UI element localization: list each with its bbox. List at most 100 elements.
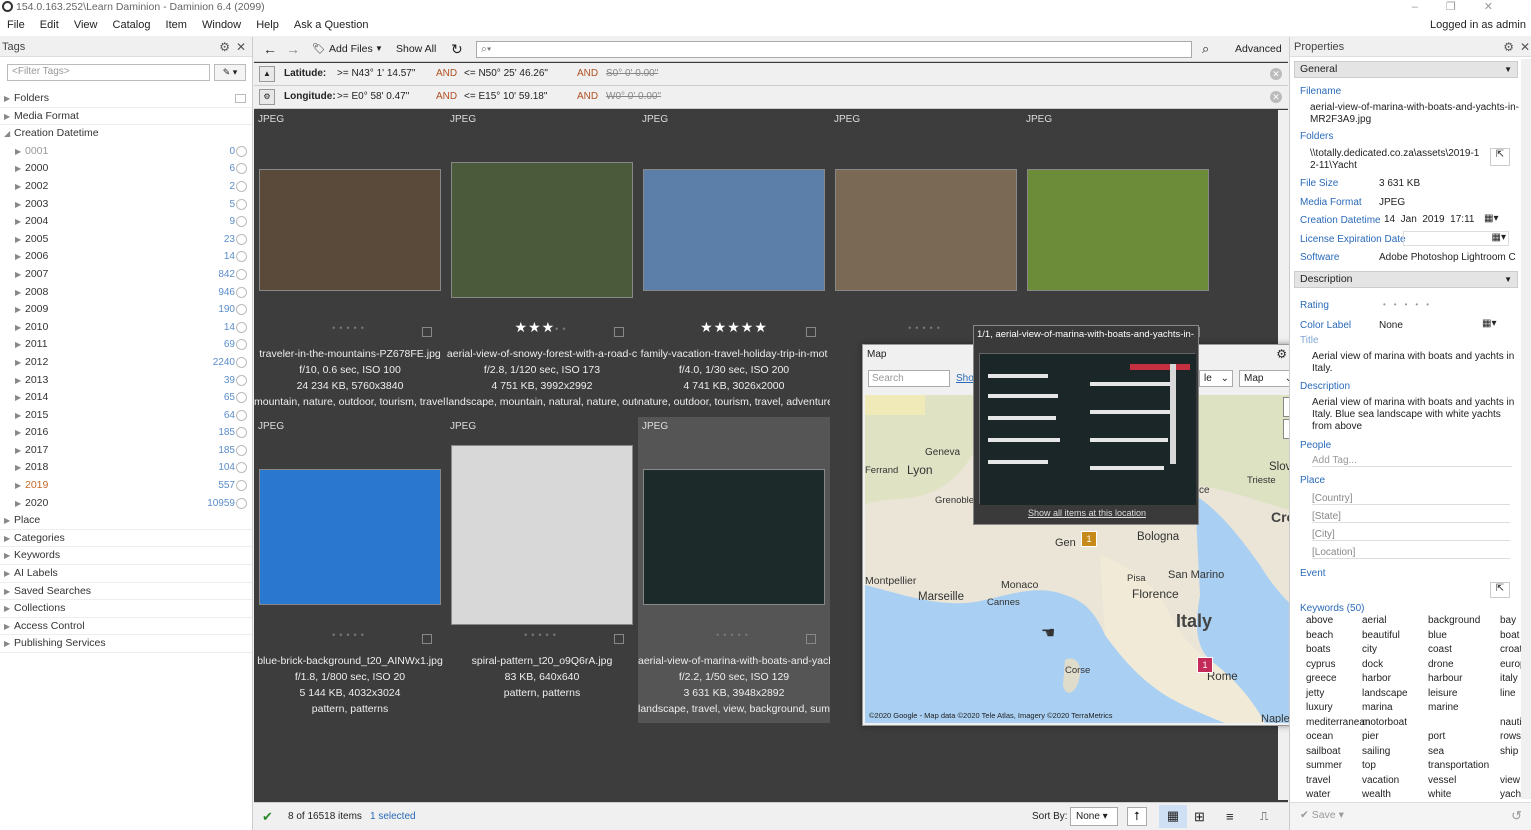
keyword-tag[interactable]: view [1500,775,1520,786]
expand-arrow-icon[interactable]: ▶ [4,635,10,653]
tree-item-ai-labels[interactable]: ▶ AI Labels [0,565,252,583]
tree-item-collections[interactable]: ▶ Collections [0,600,252,618]
keyword-tag[interactable]: wealth [1362,789,1391,800]
expand-arrow-icon[interactable]: ▶ [4,530,10,548]
checkbox[interactable] [236,286,247,298]
tree-item-year[interactable]: ▶ 2010 14 [0,319,252,337]
sort-direction-icon[interactable]: ⭡ [1127,807,1147,826]
keyword-tag[interactable]: ship [1500,746,1518,757]
table-view-icon[interactable]: ⊞ [1194,803,1205,830]
search-input[interactable]: ⌕▾ [476,41,1192,58]
creation-datetime-value[interactable]: 14 Jan 2019 17:11 [1384,214,1474,225]
checkbox[interactable] [236,409,247,421]
country-field[interactable]: [Country] [1312,493,1510,505]
tree-item-year[interactable]: ▶ 2004 9 [0,213,252,231]
thumbnail-image[interactable] [643,169,825,291]
thumbnail-image[interactable] [643,469,825,605]
keyword-tag[interactable]: dock [1362,659,1383,670]
tree-item-year[interactable]: ▶ 0001 0 [0,143,252,161]
expand-arrow-icon[interactable]: ▶ [15,495,21,513]
keyword-tag[interactable]: cyprus [1306,659,1335,670]
keyword-tag[interactable]: background [1428,615,1480,626]
keyword-tag[interactable]: vessel [1428,775,1456,786]
checkbox[interactable] [236,145,247,157]
collapse-arrow-icon[interactable]: ◢ [4,125,10,143]
expand-arrow-icon[interactable]: ▶ [15,336,21,354]
thumbnail-image[interactable] [451,445,633,625]
general-section-header[interactable]: General ▼ [1294,61,1518,78]
sort-by-select[interactable]: None ▾ [1070,807,1118,826]
keyword-tag[interactable]: marina [1362,702,1393,713]
expand-arrow-icon[interactable]: ▶ [4,618,10,636]
keyword-tag[interactable]: beach [1306,630,1333,641]
tree-item-year[interactable]: ▶ 2016 185 [0,424,252,442]
checkbox[interactable] [236,251,247,263]
expand-arrow-icon[interactable]: ▶ [15,248,21,266]
select-checkbox[interactable] [806,327,816,337]
location-field[interactable]: [Location] [1312,547,1510,559]
expand-arrow-icon[interactable]: ▶ [15,459,21,477]
menu-help[interactable]: Help [256,19,279,31]
checkbox[interactable] [236,198,247,210]
keyword-tag[interactable]: sea [1428,746,1444,757]
tree-item-year[interactable]: ▶ 2005 23 [0,231,252,249]
popup-thumbnail[interactable] [979,353,1196,505]
keyword-tag[interactable]: sailing [1362,746,1390,757]
map-layer-select[interactable]: le ⌄ [1199,370,1233,387]
folder-value[interactable]: \\totally.dedicated.co.za\assets\2019-12… [1310,148,1480,172]
longitude-min[interactable]: >= E0° 58' 0.47" [337,86,409,108]
properties-scrollbar[interactable] [1521,59,1531,799]
latitude-extra[interactable]: S0° 0' 0.00" [606,63,658,85]
menu-ask-question[interactable]: Ask a Question [294,19,369,31]
save-button[interactable]: ✔ Save ▾ [1300,809,1344,821]
tree-item-saved-searches[interactable]: ▶ Saved Searches [0,583,252,601]
keyword-tag[interactable]: motorboat [1362,717,1407,728]
expand-arrow-icon[interactable]: ▶ [15,213,21,231]
tree-item-year[interactable]: ▶ 2013 39 [0,372,252,390]
keyword-tag[interactable]: pier [1362,731,1379,742]
thumbnail-item[interactable]: JPEG ••••• traveler-in-the-mountains-PZ678… [254,110,446,416]
grid-view-icon[interactable]: ▦ [1159,805,1187,828]
menu-file[interactable]: File [7,19,25,31]
keyword-tag[interactable]: above [1306,615,1333,626]
map-marker[interactable]: 1 [1081,531,1097,547]
show-all-button[interactable]: Show All [396,37,436,61]
keyword-tag[interactable]: coast [1428,644,1452,655]
thumbnail-item[interactable]: JPEG ★★★★★ family-vacation-travel-holiday-… [638,110,830,416]
latitude-max[interactable]: <= N50° 25' 46.26" [464,63,548,85]
checkbox[interactable] [236,233,247,245]
checkbox[interactable] [236,374,247,386]
tree-item-year[interactable]: ▶ 2017 185 [0,442,252,460]
keyword-tag[interactable]: aerial [1362,615,1386,626]
expand-arrow-icon[interactable]: ▶ [15,372,21,390]
tree-item-year[interactable]: ▶ 2009 190 [0,301,252,319]
forward-arrow-icon[interactable]: → [286,37,300,61]
tree-item-access-control[interactable]: ▶ Access Control [0,618,252,636]
tree-item-year[interactable]: ▶ 2020 10959 [0,495,252,513]
expand-arrow-icon[interactable]: ▶ [15,442,21,460]
description-section-header[interactable]: Description ▼ [1294,271,1518,288]
expand-arrow-icon[interactable]: ▶ [4,90,10,108]
filter-tags-input[interactable]: <Filter Tags> [7,64,210,81]
settings-icon[interactable]: ⚙ [259,89,275,105]
color-picker-icon[interactable]: ▦▾ [1482,318,1508,331]
expand-arrow-icon[interactable]: ▶ [4,565,10,583]
chevron-down-icon[interactable]: ▼ [375,37,383,61]
tree-item-place[interactable]: ▶ Place [0,512,252,530]
menu-edit[interactable]: Edit [40,19,59,31]
keyword-tag[interactable]: white [1428,789,1451,800]
menu-catalog[interactable]: Catalog [113,19,151,31]
expand-arrow-icon[interactable]: ▶ [15,266,21,284]
rating-stars[interactable]: ★★★•• [446,319,638,336]
thumbnail-item[interactable]: JPEG ••••• spiral-pattern_t20_o9Q6rA.jpg 83… [446,417,638,723]
tree-item-creation-datetime[interactable]: ◢ Creation Datetime [0,125,252,143]
select-checkbox[interactable] [614,327,624,337]
open-folder-icon[interactable]: ⇱ [1490,148,1510,166]
keyword-tag[interactable]: beautiful [1362,630,1400,641]
keyword-tag[interactable]: marine [1428,702,1459,713]
menu-item[interactable]: Item [166,19,187,31]
rating-stars[interactable]: ★★★★★ [638,319,830,336]
expand-arrow-icon[interactable]: ▶ [15,477,21,495]
remove-filter-icon[interactable]: ✕ [1270,68,1282,80]
keyword-tag[interactable]: transportation [1428,760,1489,771]
